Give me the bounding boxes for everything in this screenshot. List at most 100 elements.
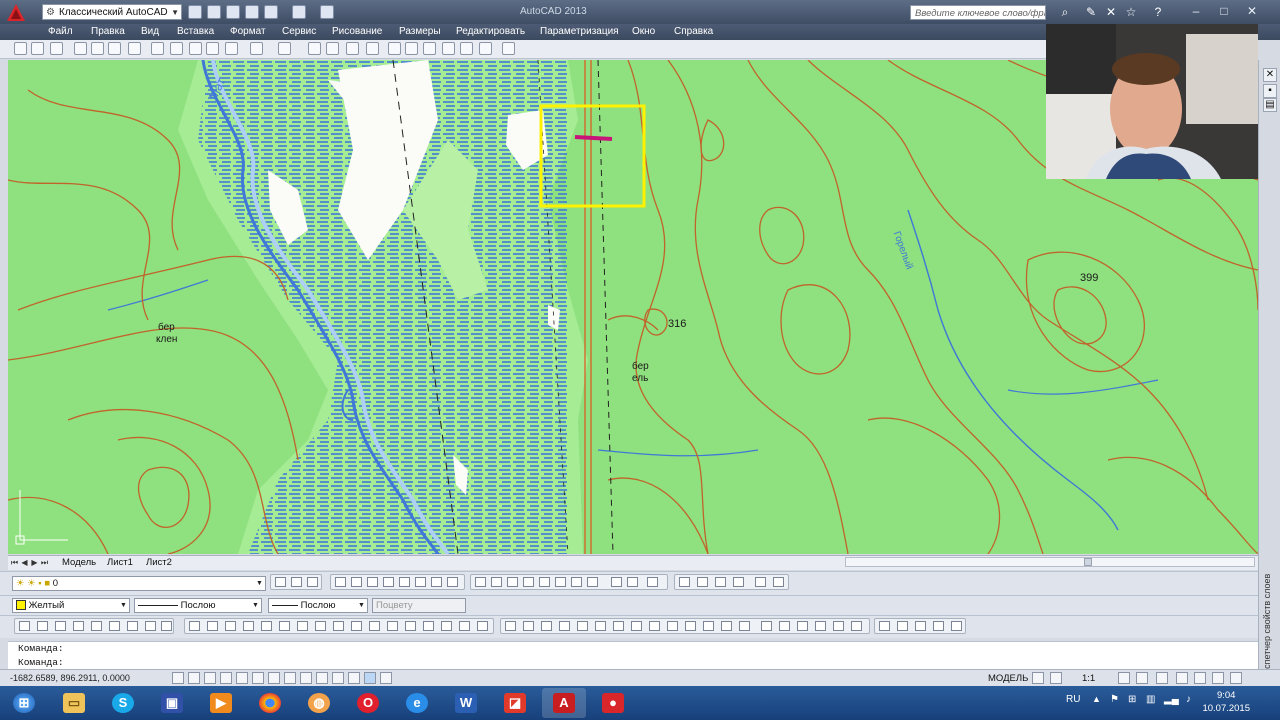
paste-icon[interactable] (189, 42, 202, 55)
3d-print-icon[interactable] (128, 42, 141, 55)
tools-icon[interactable]: ✎ (1084, 5, 1098, 19)
cut-icon[interactable] (151, 42, 164, 55)
tab-layout1[interactable]: Лист1 (103, 556, 137, 569)
model-space-label[interactable]: МОДЕЛЬ (988, 672, 1028, 685)
menu-parametric[interactable]: Параметризация (540, 24, 619, 40)
status-menu-icon[interactable] (1230, 672, 1242, 684)
annotation-visibility-icon[interactable] (1118, 672, 1130, 684)
layout-icon[interactable] (1032, 672, 1044, 684)
word-icon[interactable]: W (444, 688, 488, 718)
floppy-app-icon[interactable]: ▣ (150, 688, 194, 718)
tab-model[interactable]: Модель (58, 556, 100, 569)
annotation-scale[interactable]: 1:1 (1082, 672, 1095, 685)
navigation-icon[interactable] (1050, 672, 1062, 684)
save-icon[interactable] (226, 5, 240, 19)
3d-osnap-icon[interactable] (268, 672, 280, 684)
start-button[interactable]: ⊞ (2, 688, 46, 718)
taskbar-clock[interactable]: 9:04 10.07.2015 (1202, 689, 1250, 715)
last-tab-icon[interactable]: ⏭ (40, 557, 49, 568)
menu-window[interactable]: Окно (632, 24, 655, 40)
sheet-set-icon[interactable] (442, 42, 455, 55)
dyn-icon[interactable] (316, 672, 328, 684)
otrack-icon[interactable] (284, 672, 296, 684)
zoom-window-icon[interactable] (346, 42, 359, 55)
menu-insert[interactable]: Вставка (177, 24, 214, 40)
infer-constraints-icon[interactable] (172, 672, 184, 684)
saveas-icon[interactable] (245, 5, 259, 19)
scroll-thumb[interactable] (1084, 558, 1092, 566)
command-input-line[interactable]: Команда: (18, 656, 64, 669)
open-icon[interactable] (31, 42, 44, 55)
undo-icon[interactable] (250, 42, 263, 55)
osnap-icon[interactable] (252, 672, 264, 684)
recorder-icon[interactable]: ● (591, 688, 635, 718)
undo-icon[interactable] (264, 5, 278, 19)
arrange-tools-group[interactable] (674, 574, 789, 590)
lwt-icon[interactable] (332, 672, 344, 684)
menu-draw[interactable]: Рисование (332, 24, 382, 40)
layer-tools-group[interactable] (270, 574, 322, 590)
red-app-icon[interactable]: ◪ (493, 688, 537, 718)
match-properties-icon[interactable] (225, 42, 238, 55)
transparency-icon[interactable] (348, 672, 360, 684)
ortho-icon[interactable] (220, 672, 232, 684)
zoom-realtime-icon[interactable] (326, 42, 339, 55)
workspace-switch-icon[interactable] (1156, 672, 1168, 684)
save-icon[interactable] (50, 42, 63, 55)
layer-combo[interactable]: ☀ ☀ ▪ ■ 0 ▼ (12, 576, 266, 591)
maximize-button[interactable]: □ (1212, 3, 1236, 19)
autocad-task-icon[interactable]: A (542, 688, 586, 718)
new-icon[interactable] (188, 5, 202, 19)
modify-tools-group[interactable] (184, 618, 494, 634)
calculator-icon[interactable] (479, 42, 492, 55)
zoom-previous-icon[interactable] (366, 42, 379, 55)
paste-block-icon[interactable] (206, 42, 219, 55)
pan-icon[interactable] (308, 42, 321, 55)
autocad-logo-icon[interactable] (6, 3, 26, 23)
menu-view[interactable]: Вид (141, 24, 159, 40)
volume-icon[interactable]: ♪ (1186, 694, 1191, 705)
language-indicator[interactable]: RU (1066, 694, 1080, 705)
redo-icon[interactable] (292, 5, 306, 19)
windows-icon[interactable]: ⊞ (1128, 694, 1136, 705)
menu-edit[interactable]: Правка (91, 24, 125, 40)
ducs-icon[interactable] (300, 672, 312, 684)
new-icon[interactable] (14, 42, 27, 55)
snap-tools-group[interactable] (470, 574, 668, 590)
signal-icon[interactable]: ▂▄ (1164, 694, 1179, 705)
tool-palettes-icon[interactable] (423, 42, 436, 55)
menu-dimension[interactable]: Размеры (399, 24, 441, 40)
polar-icon[interactable] (236, 672, 248, 684)
selection-cycling-icon[interactable] (380, 672, 392, 684)
tray-arrow-icon[interactable]: ▲ (1092, 694, 1101, 704)
minimize-button[interactable]: – (1184, 3, 1208, 19)
quick-properties-icon[interactable] (364, 672, 376, 684)
properties-icon[interactable] (388, 42, 401, 55)
draw-tools-group-2[interactable] (500, 618, 870, 634)
panel-options-icon[interactable]: ▪ (1263, 84, 1277, 98)
isolate-objects-icon[interactable] (1212, 672, 1224, 684)
help-search-input[interactable]: Введите ключевое слово/фразу (910, 5, 1046, 20)
plot-icon[interactable] (74, 42, 87, 55)
media-player-icon[interactable]: ▶ (199, 688, 243, 718)
exchange-icon[interactable]: ✕ (1104, 5, 1118, 19)
help-icon[interactable]: ? (1151, 5, 1165, 19)
opera-icon[interactable]: O (346, 688, 390, 718)
color-combo[interactable]: Желтый ▼ (12, 598, 130, 613)
panel-menu-icon[interactable]: ▤ (1263, 98, 1277, 112)
help-icon[interactable] (502, 42, 515, 55)
menu-file[interactable]: Файл (48, 24, 73, 40)
layer-properties-label[interactable]: Диспетчер свойств слоев (1262, 574, 1276, 680)
design-center-icon[interactable] (405, 42, 418, 55)
star-icon[interactable]: ☆ (1124, 5, 1138, 19)
binoculars-icon[interactable]: ⌕ (1058, 5, 1072, 19)
horizontal-scrollbar[interactable] (845, 557, 1255, 567)
chrome-icon[interactable] (248, 688, 292, 718)
next-tab-icon[interactable]: ▶ (30, 557, 39, 568)
explorer-icon[interactable]: ▭ (52, 688, 96, 718)
tab-layout2[interactable]: Лист2 (142, 556, 176, 569)
workspace-selector[interactable]: ⚙ Классический AutoCAD ▼ (42, 4, 182, 20)
close-panel-icon[interactable]: ✕ (1263, 68, 1277, 82)
linetype-combo[interactable]: Послою ▼ (134, 598, 262, 613)
snap-icon[interactable] (188, 672, 200, 684)
